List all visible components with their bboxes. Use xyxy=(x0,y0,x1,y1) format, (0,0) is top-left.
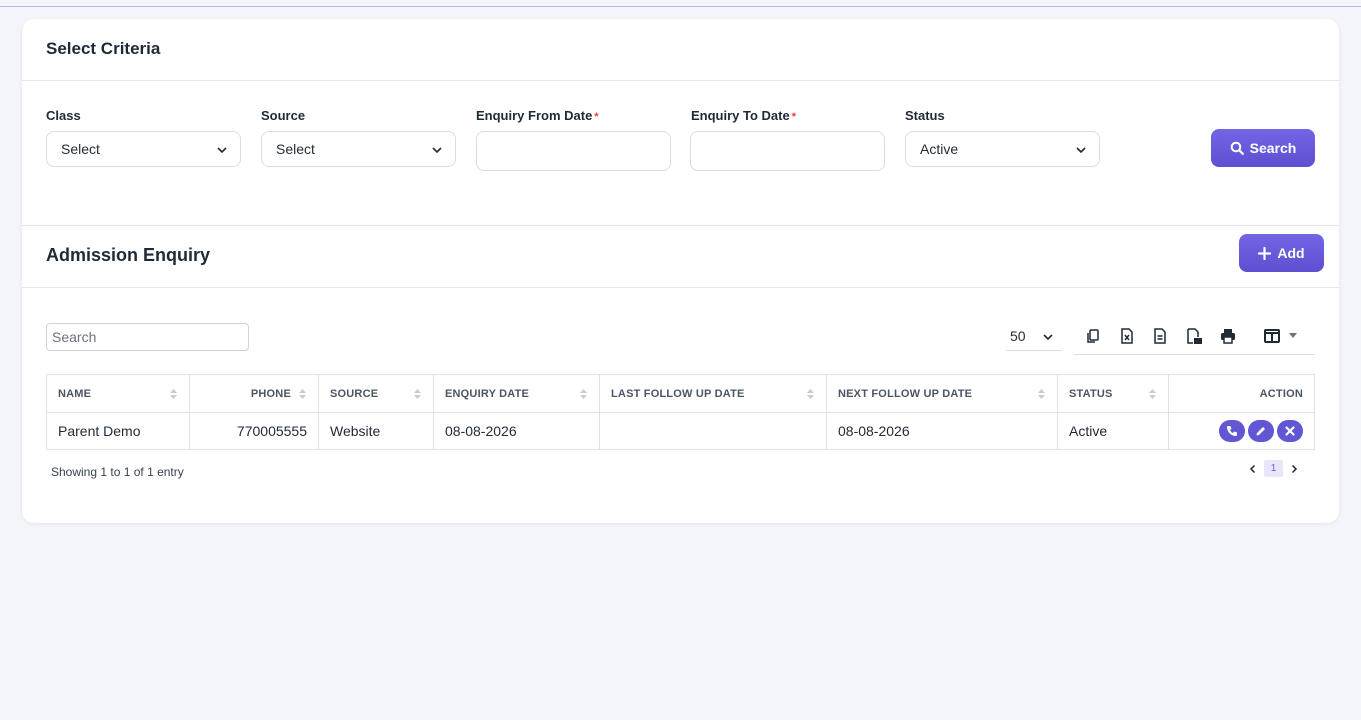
page-size-value: 50 xyxy=(1010,328,1026,344)
admission-enquiry-title: Admission Enquiry xyxy=(46,245,211,265)
sort-icon xyxy=(1038,389,1045,399)
source-select-value: Select xyxy=(276,141,315,157)
from-date-label-text: Enquiry From Date xyxy=(476,108,593,123)
follow-up-call-button[interactable] xyxy=(1219,420,1245,442)
cell-source: Website xyxy=(318,412,434,450)
to-date-label: Enquiry To Date * xyxy=(691,108,796,123)
chevron-down-icon xyxy=(432,147,442,154)
column-header-source[interactable]: SOURCE xyxy=(318,374,434,413)
columns-icon[interactable] xyxy=(1263,327,1281,345)
sort-icon xyxy=(807,389,814,399)
cell-name: Parent Demo xyxy=(46,412,190,450)
from-date-input[interactable] xyxy=(476,131,671,171)
cell-last-follow-up xyxy=(599,412,827,450)
close-icon xyxy=(1285,426,1295,436)
plus-icon xyxy=(1258,246,1272,260)
delete-button[interactable] xyxy=(1277,420,1303,442)
pdf-icon[interactable] xyxy=(1185,327,1203,345)
column-header-phone[interactable]: PHONE xyxy=(189,374,319,413)
source-select[interactable]: Select xyxy=(261,131,456,167)
search-icon xyxy=(1230,141,1244,155)
excel-icon[interactable] xyxy=(1118,327,1136,345)
column-header-name[interactable]: NAME xyxy=(46,374,190,413)
csv-icon[interactable] xyxy=(1151,327,1169,345)
chevron-left-icon[interactable] xyxy=(1248,464,1258,474)
class-select[interactable]: Select xyxy=(46,131,241,167)
caret-down-icon[interactable] xyxy=(1288,327,1298,345)
required-mark: * xyxy=(594,111,599,123)
table-search-input[interactable]: Search xyxy=(46,323,249,351)
chevron-down-icon xyxy=(1043,334,1053,341)
cell-phone: 770005555 xyxy=(189,412,319,450)
from-date-label: Enquiry From Date * xyxy=(476,108,599,123)
sort-icon xyxy=(299,389,306,399)
table-header-row: NAME PHONE SOURCE ENQUIRY DATE LAST FOLL… xyxy=(46,374,1315,413)
cell-status: Active xyxy=(1057,412,1169,450)
column-header-next-follow-up[interactable]: NEXT FOLLOW UP DATE xyxy=(826,374,1058,413)
sort-icon xyxy=(580,389,587,399)
sort-icon xyxy=(1149,389,1156,399)
copy-icon[interactable] xyxy=(1084,327,1102,345)
column-header-last-follow-up[interactable]: LAST FOLLOW UP DATE xyxy=(599,374,827,413)
status-select[interactable]: Active xyxy=(905,131,1100,167)
select-criteria-title: Select Criteria xyxy=(46,39,161,58)
class-select-value: Select xyxy=(61,141,100,157)
phone-icon xyxy=(1227,426,1237,436)
print-icon[interactable] xyxy=(1219,327,1237,345)
chevron-down-icon xyxy=(1076,147,1086,154)
cell-actions xyxy=(1168,412,1315,450)
sort-icon xyxy=(170,389,177,399)
required-mark: * xyxy=(791,111,796,123)
status-label: Status xyxy=(905,108,945,123)
chevron-down-icon xyxy=(217,147,227,154)
top-bar xyxy=(0,0,1361,7)
table-row: Parent Demo 770005555 Website 08-08-2026… xyxy=(46,412,1315,450)
pagination: 1 xyxy=(1248,460,1299,477)
divider xyxy=(22,225,1339,226)
add-button[interactable]: Add xyxy=(1239,234,1324,272)
divider xyxy=(22,287,1339,288)
edit-button[interactable] xyxy=(1248,420,1274,442)
search-button-label: Search xyxy=(1249,140,1297,156)
page-number[interactable]: 1 xyxy=(1264,460,1283,477)
to-date-input[interactable] xyxy=(690,131,885,171)
to-date-label-text: Enquiry To Date xyxy=(691,108,790,123)
page-size-select[interactable]: 50 xyxy=(1006,325,1062,351)
cell-next-follow-up: 08-08-2026 xyxy=(826,412,1058,450)
pencil-icon xyxy=(1256,427,1265,436)
class-label: Class xyxy=(46,108,81,123)
add-button-label: Add xyxy=(1277,245,1305,261)
cell-enquiry-date: 08-08-2026 xyxy=(433,412,600,450)
chevron-right-icon[interactable] xyxy=(1289,464,1299,474)
status-select-value: Active xyxy=(920,141,959,157)
source-label: Source xyxy=(261,108,306,123)
column-header-enquiry-date[interactable]: ENQUIRY DATE xyxy=(433,374,600,413)
search-button[interactable]: Search xyxy=(1211,129,1315,167)
column-header-action: ACTION xyxy=(1168,374,1315,413)
enquiry-table: NAME PHONE SOURCE ENQUIRY DATE LAST FOLL… xyxy=(46,374,1315,450)
main-card: Select Criteria Class Select Source Sele… xyxy=(22,19,1339,523)
table-info: Showing 1 to 1 of 1 entry xyxy=(51,465,184,479)
export-toolbar xyxy=(1074,325,1315,355)
column-header-status[interactable]: STATUS xyxy=(1057,374,1169,413)
sort-icon xyxy=(414,389,421,399)
divider xyxy=(22,80,1339,81)
